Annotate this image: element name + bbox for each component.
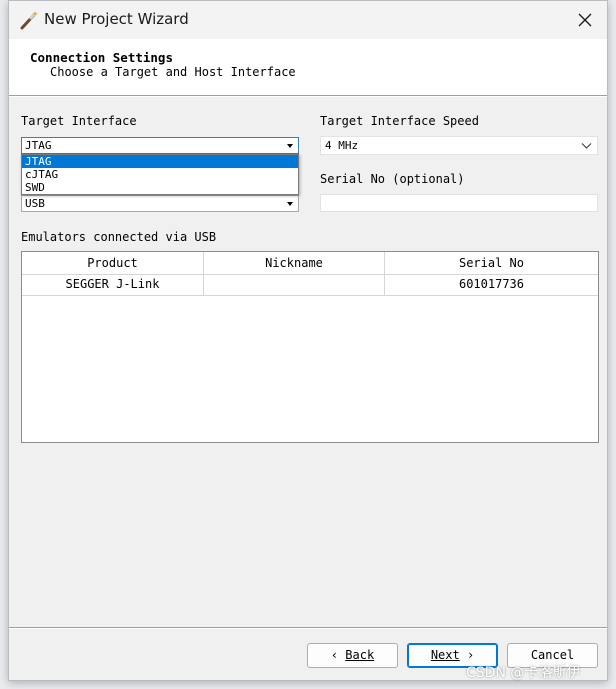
speed-label: Target Interface Speed: [320, 114, 479, 128]
close-button[interactable]: [563, 1, 607, 39]
column-header-serial[interactable]: Serial No: [384, 252, 598, 274]
emulators-table[interactable]: Product Nickname Serial No SEGGER J-Link…: [21, 251, 599, 443]
header-divider: [9, 95, 607, 97]
back-button-label: Back: [345, 648, 375, 662]
target-interface-select[interactable]: JTAG: [21, 137, 299, 154]
window-title: New Project Wizard: [44, 10, 189, 28]
speed-select[interactable]: 4 MHz: [320, 136, 598, 155]
page-title: Connection Settings: [30, 50, 173, 65]
next-button-label: Next: [430, 648, 460, 662]
target-interface-dropdown[interactable]: JTAG cJTAG SWD: [21, 154, 299, 195]
wizard-window: New Project Wizard Connection Settings C…: [8, 0, 608, 681]
serial-input[interactable]: [320, 194, 598, 212]
footer-divider: [9, 627, 607, 629]
emulators-label: Emulators connected via USB: [21, 230, 217, 244]
dropdown-arrow-icon: [287, 202, 293, 206]
chevron-right-icon: ›: [466, 648, 475, 662]
dropdown-arrow-icon: [287, 144, 293, 148]
option-swd[interactable]: SWD: [22, 181, 298, 194]
cell-product: SEGGER J-Link: [65, 277, 160, 291]
speed-value: 4 MHz: [325, 139, 359, 152]
chevron-left-icon: ‹: [330, 648, 339, 662]
title-bar[interactable]: New Project Wizard: [9, 1, 607, 39]
table-row[interactable]: SEGGER J-Link 601017736: [22, 274, 598, 296]
table-header: Product Nickname Serial No: [22, 252, 598, 275]
cell-nickname: [203, 274, 384, 295]
cancel-button-label: Cancel: [530, 648, 575, 662]
magic-wand-icon: [20, 11, 38, 30]
watermark-text: CSDN @卡洛斯伊: [466, 665, 581, 681]
option-cjtag[interactable]: cJTAG: [22, 168, 298, 181]
column-header-nickname[interactable]: Nickname: [203, 252, 384, 274]
target-interface-value: JTAG: [25, 139, 52, 152]
column-header-product[interactable]: Product: [22, 252, 203, 274]
page-subtitle: Choose a Target and Host Interface: [50, 65, 296, 79]
close-icon: [578, 13, 592, 27]
back-button[interactable]: ‹ Back: [307, 643, 398, 668]
option-jtag[interactable]: JTAG: [22, 155, 298, 168]
serial-label: Serial No (optional): [320, 172, 465, 186]
chevron-down-icon: [581, 143, 592, 149]
host-interface-select[interactable]: USB: [21, 195, 299, 212]
host-interface-value: USB: [25, 197, 45, 210]
target-interface-label: Target Interface: [21, 114, 137, 128]
cell-serial: 601017736: [384, 274, 598, 295]
